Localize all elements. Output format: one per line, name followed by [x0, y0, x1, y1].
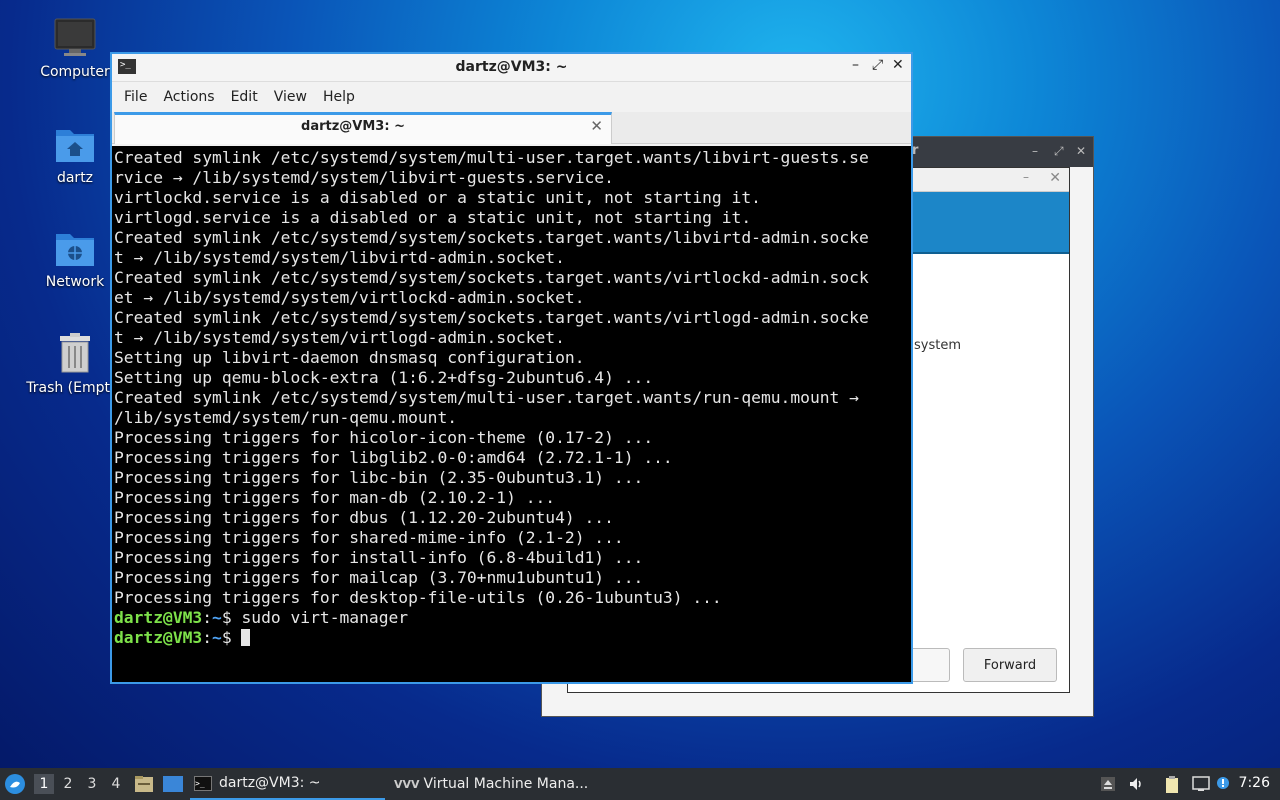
- prompt-separator: :: [202, 608, 213, 627]
- show-desktop-button[interactable]: [162, 768, 184, 800]
- notification-icon[interactable]: [1216, 776, 1232, 792]
- workspace-3[interactable]: 3: [82, 774, 102, 794]
- close-icon[interactable]: ✕: [892, 57, 904, 73]
- minimize-icon[interactable]: –: [852, 57, 859, 73]
- network-icon[interactable]: [1192, 776, 1210, 792]
- output-line: t → /lib/systemd/system/virtlogd-admin.s…: [114, 328, 565, 347]
- output-line: Processing triggers for shared-mime-info…: [114, 528, 624, 547]
- terminal-tab[interactable]: dartz@VM3: ~ ✕: [114, 112, 612, 144]
- trash-icon: [54, 332, 96, 374]
- clock[interactable]: 7:26: [1239, 775, 1270, 791]
- network-folder-icon: [54, 228, 96, 268]
- output-line: Processing triggers for libc-bin (2.35-0…: [114, 468, 644, 487]
- output-line: Created symlink /etc/systemd/system/sock…: [114, 268, 869, 287]
- prompt-separator: :: [202, 628, 213, 647]
- tab-bar: dartz@VM3: ~ ✕: [112, 112, 911, 144]
- clipboard-icon[interactable]: [1164, 776, 1180, 793]
- lubuntu-logo-icon: [5, 774, 25, 794]
- output-line: et → /lib/systemd/system/virtlockd-admin…: [114, 288, 585, 307]
- output-line: Created symlink /etc/systemd/system/mult…: [114, 148, 869, 167]
- output-line: Processing triggers for desktop-file-uti…: [114, 588, 722, 607]
- output-line: Created symlink /etc/systemd/system/sock…: [114, 228, 869, 247]
- file-manager-icon: [135, 776, 153, 792]
- forward-button[interactable]: Forward: [963, 648, 1057, 682]
- output-line: Setting up libvirt-daemon dnsmasq config…: [114, 348, 585, 367]
- output-line: t → /lib/systemd/system/libvirtd-admin.s…: [114, 248, 565, 267]
- task-label: Virtual Machine Mana...: [423, 776, 589, 792]
- output-line: Processing triggers for hicolor-icon-the…: [114, 428, 654, 447]
- taskbar: 1 2 3 4 >_ dartz@VM3: ~ VVV Virtual Mach…: [0, 768, 1280, 800]
- home-folder-icon: [54, 124, 96, 164]
- close-icon[interactable]: ✕: [1049, 170, 1061, 186]
- output-line: Processing triggers for libglib2.0-0:amd…: [114, 448, 673, 467]
- output-line: virtlogd.service is a disabled or a stat…: [114, 208, 752, 227]
- prompt-line[interactable]: dartz@VM3:~$: [114, 628, 911, 648]
- desktop-icon: [163, 776, 183, 792]
- typed-command: sudo virt-manager: [241, 608, 409, 627]
- minimize-icon[interactable]: –: [1032, 144, 1038, 158]
- output-line: virtlockd.service is a disabled or a sta…: [114, 188, 761, 207]
- workspace-4[interactable]: 4: [106, 774, 126, 794]
- prompt-dollar: $: [221, 628, 242, 647]
- minimize-icon[interactable]: –: [1023, 170, 1029, 184]
- output-line: Processing triggers for install-info (6.…: [114, 548, 644, 567]
- menu-actions[interactable]: Actions: [155, 89, 222, 105]
- terminal-titlebar[interactable]: >_ dartz@VM3: ~ – ⤢ ✕: [112, 54, 911, 82]
- output-line: Processing triggers for mailcap (3.70+nm…: [114, 568, 644, 587]
- task-label: dartz@VM3: ~: [219, 775, 321, 791]
- terminal-icon: >_: [194, 775, 212, 791]
- text-cursor: [241, 629, 251, 646]
- tab-label: dartz@VM3: ~: [301, 119, 405, 134]
- volume-icon[interactable]: [1128, 776, 1144, 792]
- menu-help[interactable]: Help: [315, 89, 363, 105]
- output-line: Setting up qemu-block-extra (1:6.2+dfsg-…: [114, 368, 654, 387]
- file-manager-launcher[interactable]: [134, 768, 154, 800]
- desktop-icon-label: Computer: [40, 64, 110, 80]
- prompt-path: ~: [212, 608, 222, 627]
- workspace-2[interactable]: 2: [58, 774, 78, 794]
- tab-close-icon[interactable]: ✕: [590, 117, 603, 135]
- prompt-user: dartz@VM3: [114, 608, 203, 627]
- prompt-dollar: $: [221, 608, 242, 627]
- terminal-window[interactable]: >_ dartz@VM3: ~ – ⤢ ✕ File Actions Edit …: [110, 52, 913, 684]
- menu-view[interactable]: View: [266, 89, 315, 105]
- terminal-output[interactable]: Created symlink /etc/systemd/system/mult…: [112, 146, 911, 682]
- desktop-icon-label: Network: [45, 274, 105, 290]
- menu-bar: File Actions Edit View Help: [112, 82, 911, 112]
- desktop-icon-label: dartz: [56, 170, 94, 186]
- maximize-icon[interactable]: ⤢: [872, 57, 883, 73]
- window-title: dartz@VM3: ~: [455, 59, 568, 75]
- close-icon[interactable]: ✕: [1076, 144, 1086, 158]
- task-virt-manager[interactable]: VVV Virtual Machine Mana...: [392, 768, 592, 800]
- start-menu-button[interactable]: [4, 768, 26, 800]
- prompt-user: dartz@VM3: [114, 628, 203, 647]
- output-line: rvice → /lib/systemd/system/libvirt-gues…: [114, 168, 614, 187]
- prompt-path: ~: [212, 628, 222, 647]
- eject-icon[interactable]: [1100, 776, 1116, 792]
- menu-file[interactable]: File: [116, 89, 155, 105]
- output-line: Processing triggers for man-db (2.10.2-1…: [114, 488, 556, 507]
- virt-manager-icon: VVV: [394, 777, 420, 791]
- maximize-icon[interactable]: ⤢: [1054, 144, 1064, 159]
- partial-label: system: [914, 338, 961, 353]
- computer-icon: [54, 18, 96, 58]
- task-terminal[interactable]: >_ dartz@VM3: ~: [190, 768, 385, 800]
- output-line: Created symlink /etc/systemd/system/sock…: [114, 308, 869, 327]
- command-line: dartz@VM3:~$ sudo virt-manager: [114, 608, 911, 628]
- workspace-1[interactable]: 1: [34, 774, 54, 794]
- menu-edit[interactable]: Edit: [223, 89, 266, 105]
- output-line: /lib/systemd/system/run-qemu.mount.: [114, 408, 458, 427]
- output-line: Created symlink /etc/systemd/system/mult…: [114, 388, 859, 407]
- output-line: Processing triggers for dbus (1.12.20-2u…: [114, 508, 614, 527]
